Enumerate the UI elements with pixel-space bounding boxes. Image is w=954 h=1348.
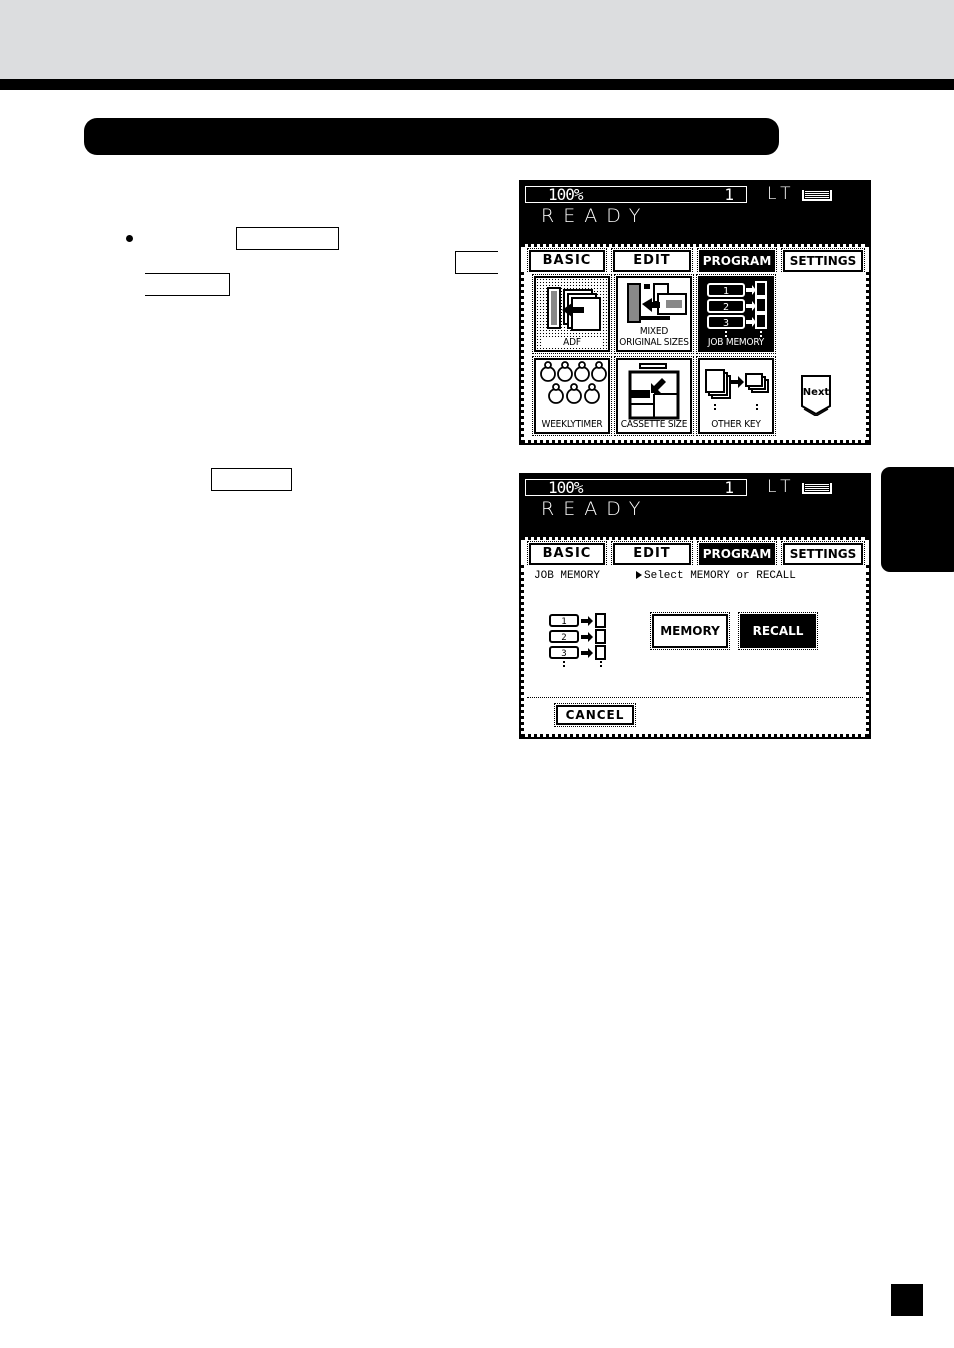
- cassette-size-button[interactable]: CASSETTE SIZE: [614, 356, 694, 436]
- cassette-size-icon: [628, 363, 680, 420]
- memory-button[interactable]: MEMORY: [650, 612, 730, 650]
- mixed-original-sizes-label: MIXED ORIGINAL SIZES: [619, 326, 689, 348]
- chapter-side-tab: [881, 467, 954, 572]
- paper-size: LT: [767, 184, 797, 204]
- adf-button[interactable]: ADF: [532, 274, 612, 354]
- status-box: 100% 1: [525, 186, 747, 203]
- status-message: READY: [541, 205, 650, 227]
- cassette-size-label: CASSETTE SIZE: [620, 419, 688, 430]
- slot-number: 3: [561, 649, 566, 659]
- tab-basic[interactable]: BASIC: [527, 541, 607, 567]
- cancel-button[interactable]: CANCEL: [554, 703, 636, 727]
- mixed-original-sizes-icon: [627, 283, 687, 323]
- panel-header: JOB MEMORY: [534, 570, 601, 582]
- tab-bar: BASIC EDIT PROGRAM SETTINGS: [521, 537, 869, 567]
- weekly-timer-button[interactable]: WEEKLYTIMER: [532, 356, 612, 436]
- instruction-prompt: Select MEMORY or RECALL: [636, 570, 796, 582]
- inline-key-box: [211, 468, 292, 491]
- function-panel: ADF MIXED ORIGINAL SIZES 1 2 3 JOB MEMOR…: [521, 272, 869, 443]
- inline-key-box: [236, 227, 339, 250]
- tab-program[interactable]: PROGRAM: [697, 541, 777, 567]
- zoom-ratio: 100%: [548, 185, 584, 204]
- copy-count: 1: [724, 185, 734, 204]
- pointer-icon: [636, 571, 642, 579]
- tab-program[interactable]: PROGRAM: [697, 248, 777, 274]
- next-page-button[interactable]: Next: [800, 374, 832, 417]
- job-memory-icon: 1 2 3: [549, 613, 606, 667]
- status-message: READY: [541, 498, 650, 520]
- recall-button[interactable]: RECALL: [738, 612, 818, 650]
- tab-edit[interactable]: EDIT: [611, 248, 693, 274]
- other-key-button[interactable]: OTHER KEY: [696, 356, 776, 436]
- inline-key-box: [145, 273, 230, 296]
- status-box: 100% 1: [525, 479, 747, 496]
- slot-number: 2: [561, 633, 566, 643]
- mixed-original-sizes-button[interactable]: MIXED ORIGINAL SIZES: [614, 274, 694, 354]
- tab-settings[interactable]: SETTINGS: [781, 541, 865, 567]
- tab-settings[interactable]: SETTINGS: [781, 248, 865, 274]
- bullet-point: [126, 235, 133, 242]
- next-label: Next: [802, 387, 830, 398]
- job-memory-panel: JOB MEMORY Select MEMORY or RECALL 1 2 3: [521, 565, 869, 737]
- svg-text:1: 1: [723, 286, 729, 297]
- page-number-box: [891, 1284, 923, 1316]
- copy-count: 1: [724, 478, 734, 497]
- header-rule: [0, 79, 954, 90]
- other-key-icon: [705, 369, 769, 410]
- weekly-timer-icon: [540, 361, 607, 404]
- svg-text:2: 2: [723, 302, 729, 313]
- tab-edit[interactable]: EDIT: [611, 541, 693, 567]
- job-memory-button[interactable]: 1 2 3 JOB MEMORY: [696, 274, 776, 354]
- weekly-timer-label: WEEKLYTIMER: [541, 419, 603, 430]
- section-title-bar: [84, 118, 779, 155]
- paper-size: LT: [767, 477, 797, 497]
- slot-number: 1: [561, 617, 566, 627]
- adf-icon: [547, 287, 601, 331]
- tab-bar: BASIC EDIT PROGRAM SETTINGS: [521, 244, 869, 274]
- svg-text:3: 3: [723, 318, 729, 329]
- tab-basic[interactable]: BASIC: [527, 248, 607, 274]
- zoom-ratio: 100%: [548, 478, 584, 497]
- paper-tray-icon: [802, 190, 832, 201]
- inline-key-box: [455, 251, 498, 274]
- adf-label: ADF: [542, 337, 602, 348]
- divider: [527, 697, 863, 698]
- lcd-screen-program-menu: 100% 1 LT READY BASIC EDIT PROGRAM SETTI…: [519, 180, 871, 445]
- paper-tray-icon: [802, 483, 832, 494]
- job-memory-icon: 1 2 3: [707, 281, 767, 337]
- header-band: [0, 0, 954, 79]
- job-memory-label: JOB MEMORY: [707, 337, 765, 348]
- lcd-screen-job-memory: 100% 1 LT READY BASIC EDIT PROGRAM SETTI…: [519, 473, 871, 739]
- other-key-label: OTHER KEY: [711, 419, 761, 430]
